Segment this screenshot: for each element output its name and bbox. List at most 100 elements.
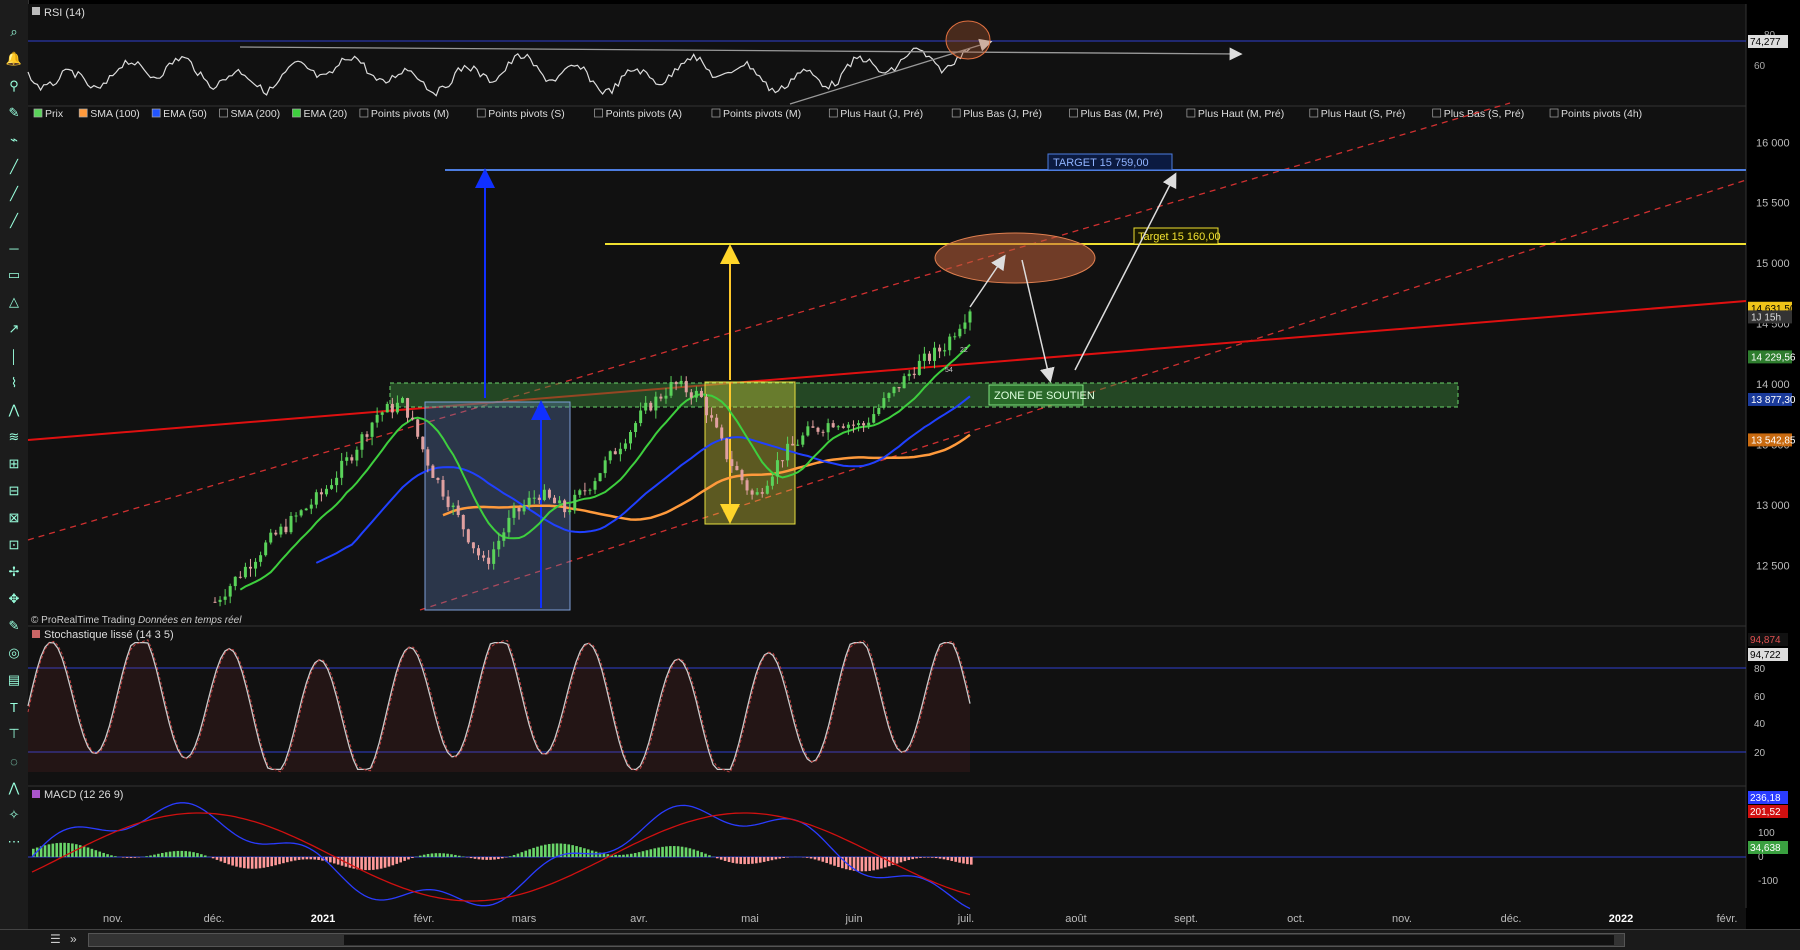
candle-body bbox=[381, 412, 384, 414]
legend-swatch[interactable] bbox=[595, 109, 603, 117]
legend-swatch[interactable] bbox=[1433, 109, 1441, 117]
macd-bar bbox=[497, 857, 500, 859]
macd-bar bbox=[638, 852, 641, 857]
legend-swatch[interactable] bbox=[1187, 109, 1195, 117]
candle-body bbox=[588, 490, 591, 491]
macd-bar bbox=[102, 853, 105, 857]
candle-body bbox=[892, 387, 895, 393]
legend-swatch[interactable] bbox=[712, 109, 720, 117]
macd-bar bbox=[704, 854, 707, 857]
candle-body bbox=[634, 423, 637, 432]
legend-label: Plus Haut (M, Pré) bbox=[1198, 108, 1284, 120]
macd-bar bbox=[306, 857, 309, 859]
rsi-panel[interactable] bbox=[28, 4, 1746, 106]
macd-bar bbox=[954, 857, 957, 862]
macd-bar bbox=[481, 857, 484, 860]
macd-bar bbox=[149, 855, 152, 857]
nav-forward-icon[interactable]: » bbox=[70, 932, 77, 946]
macd-panel[interactable] bbox=[28, 786, 1746, 908]
macd-bar bbox=[126, 857, 129, 858]
macd-bar bbox=[778, 857, 781, 859]
legend-label: Prix bbox=[45, 108, 64, 120]
macd-bar bbox=[950, 857, 953, 861]
macd-bar bbox=[333, 857, 336, 863]
candle-body bbox=[573, 495, 576, 510]
legend-swatch[interactable] bbox=[1310, 109, 1318, 117]
legend-item[interactable]: Points pivots (4h) bbox=[1550, 108, 1642, 120]
macd-bar bbox=[227, 857, 230, 864]
chart-area[interactable]: RSI (14) 80 60 74,277 PrixSMA (100)EMA (… bbox=[0, 0, 1800, 929]
legend-swatch[interactable] bbox=[952, 109, 960, 117]
candle-body bbox=[583, 490, 586, 491]
legend-item[interactable]: Points pivots (M) bbox=[712, 108, 801, 120]
scroll-thumb[interactable] bbox=[344, 935, 1614, 945]
macd-bar bbox=[665, 846, 668, 857]
candle-body bbox=[852, 425, 855, 426]
macd-bar bbox=[689, 848, 692, 857]
candle-body bbox=[918, 361, 921, 375]
macd-bar bbox=[259, 857, 262, 868]
macd-bar bbox=[962, 857, 965, 863]
macd-bar bbox=[630, 854, 633, 857]
legend-item[interactable]: Plus Haut (S, Pré) bbox=[1310, 108, 1406, 120]
legend-item[interactable]: Points pivots (M) bbox=[360, 108, 449, 120]
candle-body bbox=[325, 489, 328, 495]
legend-swatch[interactable] bbox=[1070, 109, 1078, 117]
macd-bar bbox=[696, 851, 699, 857]
macd-bar bbox=[446, 854, 449, 857]
time-scrollbar[interactable] bbox=[88, 933, 1625, 947]
candle-body bbox=[943, 350, 946, 351]
macd-bar bbox=[329, 857, 332, 862]
candle-body bbox=[492, 549, 495, 564]
legend-swatch[interactable] bbox=[152, 109, 160, 117]
legend-swatch[interactable] bbox=[477, 109, 485, 117]
macd-bar bbox=[939, 857, 942, 859]
legend-swatch[interactable] bbox=[360, 109, 368, 117]
candle-body bbox=[249, 567, 252, 569]
legend-swatch[interactable] bbox=[829, 109, 837, 117]
legend-swatch[interactable] bbox=[79, 109, 87, 117]
legend-item[interactable]: Plus Bas (S, Pré) bbox=[1433, 108, 1525, 120]
macd-axis: 1000-100 bbox=[1758, 828, 1778, 887]
menu-icon[interactable]: ☰ bbox=[50, 932, 61, 946]
macd-bar bbox=[837, 857, 840, 867]
macd-bar bbox=[224, 857, 227, 863]
macd-bar bbox=[661, 847, 664, 857]
legend-item[interactable]: Points pivots (A) bbox=[595, 108, 682, 120]
macd-bar bbox=[145, 856, 148, 857]
candle-body bbox=[811, 426, 814, 427]
candle-body bbox=[568, 510, 571, 512]
rsi-title: RSI (14) bbox=[44, 7, 85, 19]
macd-bar bbox=[626, 854, 629, 857]
macd-bar bbox=[657, 848, 660, 857]
candle-body bbox=[553, 498, 556, 504]
legend-label: Points pivots (A) bbox=[606, 108, 682, 120]
legend-item[interactable]: Plus Bas (M, Pré) bbox=[1070, 108, 1163, 120]
candle-body bbox=[457, 506, 460, 515]
legend-swatch[interactable] bbox=[1550, 109, 1558, 117]
legend-item[interactable]: Plus Haut (J, Pré) bbox=[829, 108, 923, 120]
legend-label: SMA (100) bbox=[90, 108, 140, 120]
legend-swatch[interactable] bbox=[220, 109, 228, 117]
candle-body bbox=[680, 381, 683, 384]
time-tick-label: oct. bbox=[1287, 913, 1305, 925]
legend-item[interactable]: Points pivots (S) bbox=[477, 108, 564, 120]
candle-body bbox=[619, 449, 622, 454]
macd-bar bbox=[263, 857, 266, 868]
stoch-value-1: 94,874 bbox=[1750, 635, 1781, 646]
candle-body bbox=[872, 414, 875, 423]
macd-bar bbox=[825, 857, 828, 863]
candle-body bbox=[776, 460, 779, 476]
macd-bar bbox=[552, 844, 555, 857]
macd-bar bbox=[478, 857, 481, 859]
price-panel[interactable] bbox=[28, 106, 1746, 626]
legend-item[interactable]: Plus Bas (J, Pré) bbox=[952, 108, 1042, 120]
macd-bar bbox=[642, 851, 645, 857]
legend-swatch[interactable] bbox=[34, 109, 42, 117]
candle-body bbox=[801, 435, 804, 444]
stoch-header: Stochastique lissé (14 3 5) bbox=[32, 629, 174, 641]
legend-swatch[interactable] bbox=[293, 109, 301, 117]
macd-bar bbox=[485, 857, 488, 860]
legend-item[interactable]: Plus Haut (M, Pré) bbox=[1187, 108, 1284, 120]
target-low-label: Target 15 160,00 bbox=[1138, 231, 1221, 243]
